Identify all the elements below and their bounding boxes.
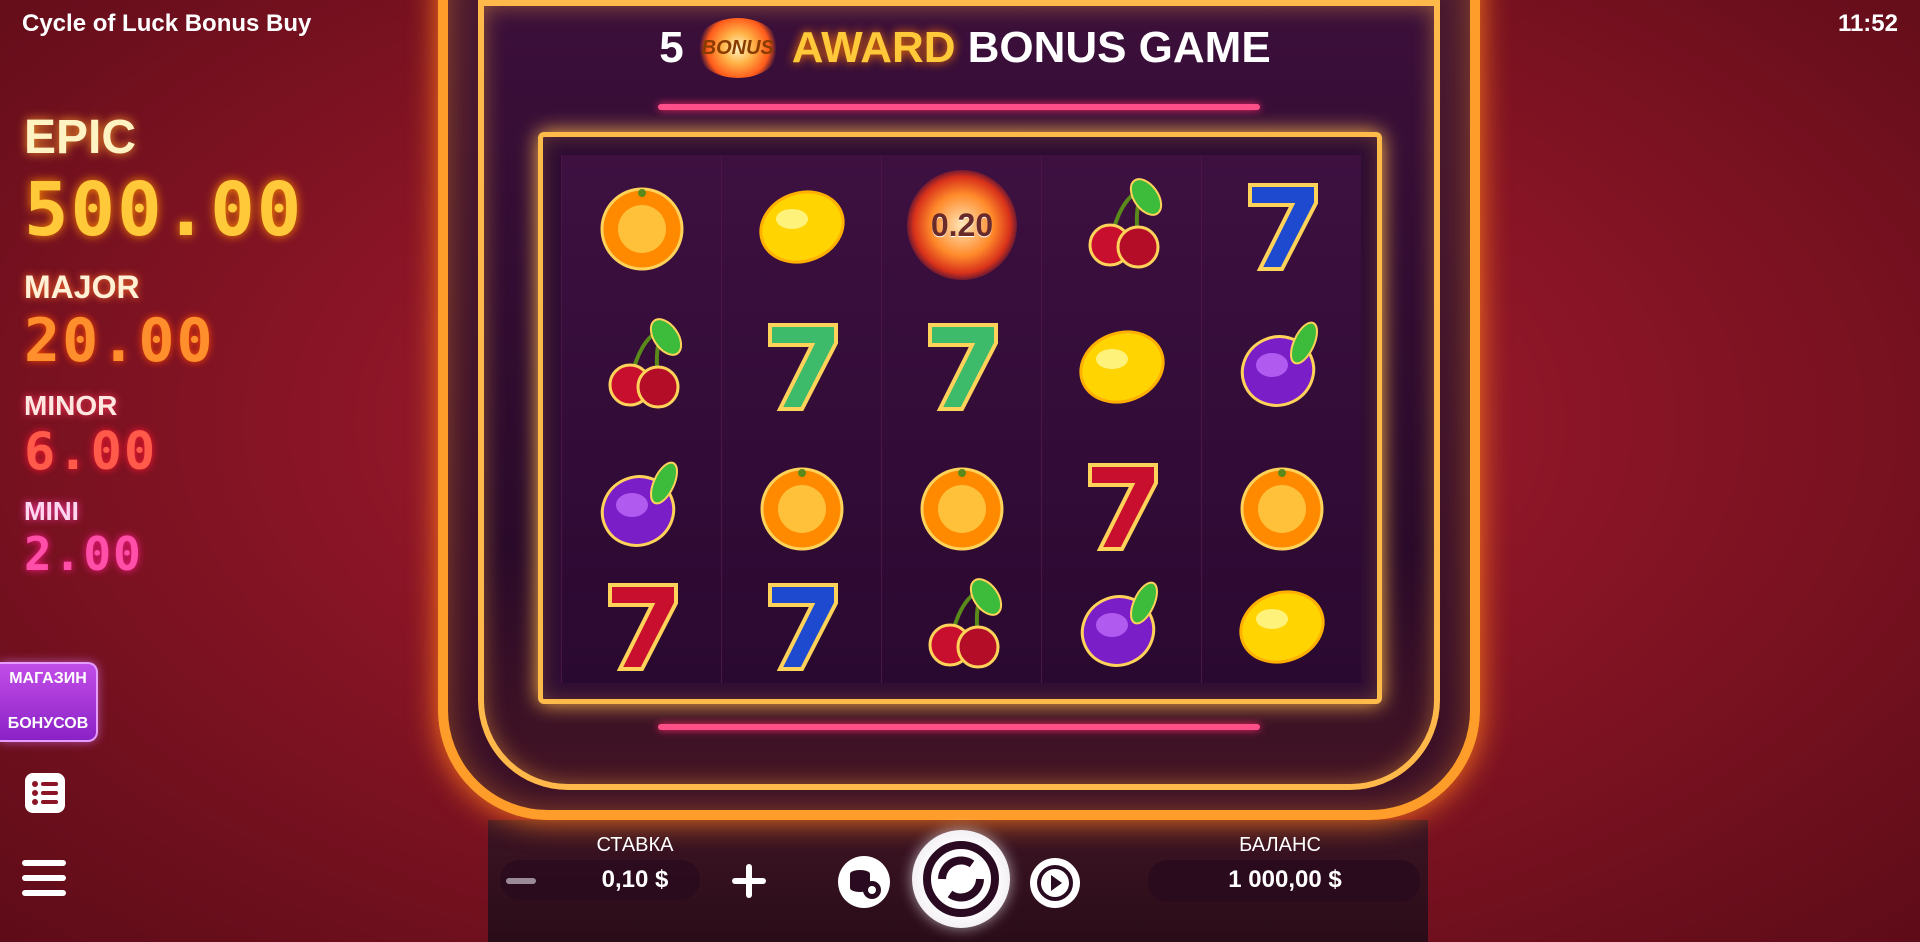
reel-5 <box>1201 155 1361 683</box>
symbol-cherry <box>562 295 722 435</box>
banner-count: 5 <box>659 23 684 72</box>
symbol-orange <box>882 435 1042 575</box>
symbol-seven-red <box>562 555 722 695</box>
spin-icon[interactable] <box>912 830 1010 928</box>
paytable-list-icon[interactable] <box>24 772 66 814</box>
symbol-orange <box>562 155 722 295</box>
autoplay-settings-icon[interactable] <box>838 856 890 908</box>
symbol-lemon <box>722 155 882 295</box>
symbol-seven-blue <box>1202 155 1362 295</box>
symbol-orange <box>1202 435 1362 575</box>
banner-award: AWARD <box>791 23 956 72</box>
bet-label: СТАВКА <box>596 834 674 856</box>
symbol-lemon <box>1202 555 1362 695</box>
top-neon-divider <box>658 104 1260 110</box>
banner-bonus-game: BONUS GAME <box>967 23 1271 72</box>
symbol-plum <box>562 435 722 575</box>
bonus-coin: 0.20 <box>882 155 1042 295</box>
reel-2 <box>721 155 881 683</box>
jackpot-mini-label: MINI <box>24 496 79 526</box>
jackpot-major: MAJOR 20.00 <box>24 269 324 376</box>
reel-4 <box>1041 155 1201 683</box>
symbol-seven-red <box>1042 435 1202 575</box>
symbol-seven-green <box>722 295 882 435</box>
symbol-cherry <box>1042 155 1202 295</box>
hamburger-menu-icon[interactable] <box>22 858 66 898</box>
bonus-banner: 5 BONUS AWARD BONUS GAME <box>630 18 1300 78</box>
jackpot-minor-label: MINOR <box>24 390 118 421</box>
turbo-icon[interactable] <box>1030 858 1080 908</box>
jackpot-panel: EPIC 500.00 MAJOR 20.00 MINOR 6.00 MINI … <box>24 110 324 595</box>
bonus-shop-button[interactable]: МАГАЗИН БОНУСОВ <box>0 662 98 742</box>
reel-3: 0.20 <box>881 155 1041 683</box>
jackpot-epic-value: 500.00 <box>24 167 304 253</box>
jackpot-major-value: 20.00 <box>24 306 215 376</box>
bonus-coin-value: 0.20 <box>907 170 1017 280</box>
bet-value: 0,10 $ <box>601 866 669 893</box>
jackpot-epic-label: EPIC <box>24 111 137 164</box>
jackpot-mini-value: 2.00 <box>24 527 143 581</box>
symbol-cherry <box>882 555 1042 695</box>
bonus-shop-label-line1: МАГАЗИН <box>9 670 87 688</box>
symbol-orange <box>722 435 882 575</box>
symbol-plum <box>1202 295 1362 435</box>
reel-1 <box>561 155 721 683</box>
bottom-neon-divider <box>658 724 1260 730</box>
clock: 11:52 <box>1837 10 1898 37</box>
jackpot-minor-value: 6.00 <box>24 422 158 482</box>
bonus-shop-label-line2: БОНУСОВ <box>7 715 89 733</box>
symbol-lemon <box>1042 295 1202 435</box>
jackpot-minor: MINOR 6.00 <box>24 390 324 482</box>
reels-area: 0.20 <box>538 132 1382 704</box>
jackpot-mini: MINI 2.00 <box>24 496 324 581</box>
balance-value: 1 000,00 $ <box>1228 866 1342 893</box>
symbol-seven-green <box>882 295 1042 435</box>
jackpot-epic: EPIC 500.00 <box>24 110 324 253</box>
bonus-badge-icon: BONUS <box>695 18 780 78</box>
symbol-seven-blue <box>722 555 882 695</box>
plus-icon[interactable] <box>732 864 766 898</box>
game-title: Cycle of Luck Bonus Buy <box>22 10 312 37</box>
balance-label: БАЛАНС <box>1239 834 1321 856</box>
symbol-plum <box>1042 555 1202 695</box>
jackpot-major-label: MAJOR <box>24 269 140 305</box>
minus-icon[interactable] <box>506 870 536 892</box>
